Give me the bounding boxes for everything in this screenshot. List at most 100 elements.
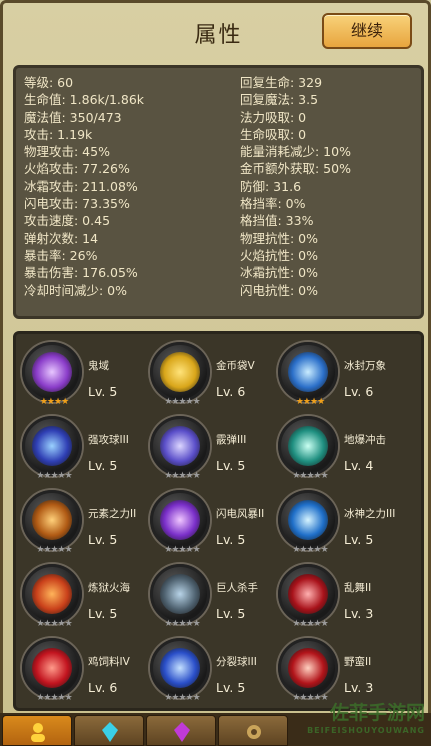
skill-orb-frame [278, 564, 338, 624]
stat-line: 等级: 60 [24, 75, 74, 90]
strike-orb-icon [32, 426, 72, 466]
tab-purple-crystal[interactable] [146, 715, 216, 746]
skill-orb-frame [22, 416, 82, 476]
element-power-icon [32, 500, 72, 540]
continue-button[interactable]: 继续 [322, 13, 412, 49]
stat-line: 生命吸取: 0 [240, 126, 307, 142]
skill-level: Lv. 6 [88, 680, 118, 695]
skill-orb-frame [22, 490, 82, 550]
skill-slot[interactable]: ★★★★★ 野蛮II Lv. 3 [278, 638, 408, 708]
stat-line: 物理抗性: 0% [240, 230, 319, 246]
skill-slot[interactable]: ★★★★★ 炼狱火海 Lv. 5 [22, 564, 152, 634]
skill-level: Lv. 5 [88, 384, 118, 399]
skill-slot[interactable]: ★★★★ 冰封万象 Lv. 6 [278, 342, 408, 412]
rank-stars-icon: ★★★★★ [36, 693, 72, 703]
gold-bag-icon [160, 352, 200, 392]
skill-orb-frame [150, 638, 210, 698]
skill-name: 分裂球III [216, 656, 257, 668]
skill-slot[interactable]: ★★★★★ 巨人杀手 Lv. 5 [150, 564, 280, 634]
skills-panel: ★★★★ 鬼域 Lv. 5 ★★★★★ 金币袋V Lv. 6 ★★★★ 冰封万象 Lv. 6 ★★… [13, 331, 424, 711]
skill-slot[interactable]: ★★★★★ 霰弹III Lv. 5 [150, 416, 280, 486]
skill-level: Lv. 5 [88, 458, 118, 473]
skill-level: Lv. 3 [344, 680, 374, 695]
rank-stars-icon: ★★★★★ [36, 545, 72, 555]
skill-slot[interactable]: ★★★★★ 元素之力II Lv. 5 [22, 490, 152, 560]
stat-line: 闪电抗性: 0% [240, 282, 319, 298]
stat-line: 法力吸取: 0 [240, 109, 307, 125]
stat-line: 格挡率: 0% [240, 196, 306, 212]
skill-orb-frame [278, 490, 338, 550]
blue-crystal-icon [101, 722, 119, 742]
stat-line: 暴击率: 26% [24, 247, 98, 263]
stat-line: 魔法值: 350/473 [24, 109, 122, 125]
stat-line: 回复魔法: 3.5 [240, 92, 319, 108]
skill-orb-frame [278, 416, 338, 476]
skill-slot[interactable]: ★★★★★ 闪电风暴II Lv. 5 [150, 490, 280, 560]
skill-name: 冰神之力III [344, 508, 396, 520]
skill-level: Lv. 5 [88, 606, 118, 621]
rank-stars-icon: ★★★★ [39, 397, 69, 407]
rank-stars-icon: ★★★★★ [164, 619, 200, 629]
skill-name: 炼狱火海 [88, 582, 130, 594]
skill-slot[interactable]: ★★★★★ 地爆冲击 Lv. 4 [278, 416, 408, 486]
skill-name: 强攻球III [88, 434, 129, 446]
rank-stars-icon: ★★★★★ [292, 619, 328, 629]
ghost-domain-icon [32, 352, 72, 392]
skill-level: Lv. 3 [344, 606, 374, 621]
rank-stars-icon: ★★★★★ [164, 397, 200, 407]
rank-stars-icon: ★★★★★ [292, 545, 328, 555]
skill-slot[interactable]: ★★★★★ 鸡饲料IV Lv. 6 [22, 638, 152, 708]
rank-stars-icon: ★★★★★ [164, 471, 200, 481]
tab-blue-crystal[interactable] [74, 715, 144, 746]
stat-line: 格挡值: 33% [240, 213, 314, 229]
skill-name: 鬼域 [88, 360, 109, 372]
inferno-icon [32, 574, 72, 614]
skill-slot[interactable]: ★★★★ 鬼域 Lv. 5 [22, 342, 152, 412]
giant-slayer-icon [160, 574, 200, 614]
stat-line: 弹射次数: 14 [24, 230, 99, 246]
skill-slot[interactable]: ★★★★★ 乱舞II Lv. 3 [278, 564, 408, 634]
tab-character[interactable] [2, 715, 72, 746]
rank-stars-icon: ★★★★★ [164, 545, 200, 555]
skill-slot[interactable]: ★★★★★ 金币袋V Lv. 6 [150, 342, 280, 412]
skill-slot[interactable]: ★★★★★ 分裂球III Lv. 5 [150, 638, 280, 708]
skill-name: 元素之力II [88, 508, 137, 520]
stat-line: 闪电攻击: 73.35% [24, 196, 130, 212]
skill-orb-frame [150, 490, 210, 550]
stat-line: 攻击速度: 0.45 [24, 213, 111, 229]
skill-name: 地爆冲击 [344, 434, 386, 446]
watermark-text: 佐菲手游网 [329, 702, 425, 724]
skill-orb-frame [150, 416, 210, 476]
stat-line: 火焰攻击: 77.26% [24, 161, 130, 177]
rank-stars-icon: ★★★★ [295, 397, 325, 407]
ice-seal-icon [288, 352, 328, 392]
skill-name: 冰封万象 [344, 360, 386, 372]
skill-name: 野蛮II [344, 656, 372, 668]
attributes-window: 属性 继续 等级: 60 生命值: 1.86k/1.86k 魔法值: 350/473… [0, 0, 431, 746]
stat-line: 生命值: 1.86k/1.86k [24, 92, 145, 108]
stat-line: 攻击: 1.19k [24, 126, 93, 142]
rank-stars-icon: ★★★★★ [292, 471, 328, 481]
watermark-subtext: BEIFEISHOUYOUWANG [307, 726, 425, 735]
skill-name: 霰弹III [216, 434, 247, 446]
stats-panel: 等级: 60 生命值: 1.86k/1.86k 魔法值: 350/473 攻击: 1.… [13, 65, 424, 319]
skill-slot[interactable]: ★★★★★ 强攻球III Lv. 5 [22, 416, 152, 486]
skill-name: 闪电风暴II [216, 508, 265, 520]
stat-line: 火焰抗性: 0% [240, 247, 319, 263]
savage-icon [288, 648, 328, 688]
split-orb-icon [160, 648, 200, 688]
skill-level: Lv. 5 [216, 680, 246, 695]
skill-orb-frame [150, 342, 210, 402]
rank-stars-icon: ★★★★★ [36, 471, 72, 481]
stat-line: 金币额外获取: 50% [240, 161, 351, 177]
skill-level: Lv. 6 [344, 384, 374, 399]
skill-orb-frame [278, 342, 338, 402]
skill-orb-frame [22, 342, 82, 402]
skill-name: 乱舞II [344, 582, 372, 594]
stat-line: 暴击伤害: 176.05% [24, 265, 138, 281]
skill-level: Lv. 5 [344, 532, 374, 547]
stats-right-column: 回复生命: 329 回复魔法: 3.5 法力吸取: 0 生命吸取: 0 能量消耗减少: … [240, 74, 351, 299]
chicken-feed-icon [32, 648, 72, 688]
skill-slot[interactable]: ★★★★★ 冰神之力III Lv. 5 [278, 490, 408, 560]
stat-line: 物理攻击: 45% [24, 144, 110, 160]
